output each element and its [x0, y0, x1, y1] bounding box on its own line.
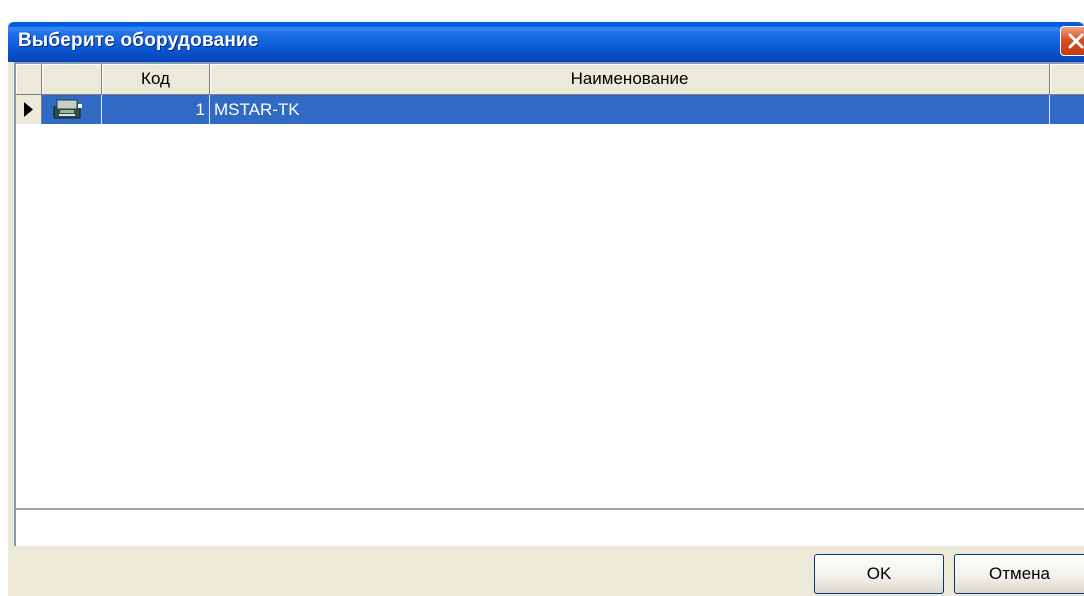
header-name-column[interactable]: Наименование: [210, 64, 1050, 94]
header-icon-column: [42, 64, 102, 94]
row-extra-cell: [1050, 95, 1084, 124]
ok-button[interactable]: OK: [814, 554, 944, 594]
window-title: Выберите оборудование: [18, 30, 259, 51]
row-indicator-cell: [16, 95, 42, 124]
dialog-window: Выберите оборудование Код Наименование 1…: [8, 22, 1084, 596]
row-name-cell[interactable]: MSTAR-TK: [210, 95, 1050, 124]
header-code-column[interactable]: Код: [102, 64, 210, 94]
grid-header: Код Наименование: [16, 64, 1084, 95]
row-code-cell[interactable]: 1: [102, 95, 210, 124]
header-indicator-column: [16, 64, 42, 94]
table-row[interactable]: 1 MSTAR-TK: [16, 95, 1084, 124]
close-button[interactable]: [1060, 26, 1084, 56]
triangle-right-icon: [24, 102, 33, 117]
equipment-grid[interactable]: Код Наименование 1 MSTAR-TK: [14, 62, 1084, 508]
header-extra-column: [1050, 64, 1084, 94]
status-field: [14, 508, 1084, 546]
background-strip: [0, 0, 1084, 24]
close-icon: [1068, 33, 1084, 49]
cancel-button[interactable]: Отмена: [954, 554, 1084, 594]
title-bar[interactable]: Выберите оборудование: [8, 22, 1084, 62]
equipment-icon: [53, 99, 82, 119]
row-icon-cell: [42, 95, 102, 124]
